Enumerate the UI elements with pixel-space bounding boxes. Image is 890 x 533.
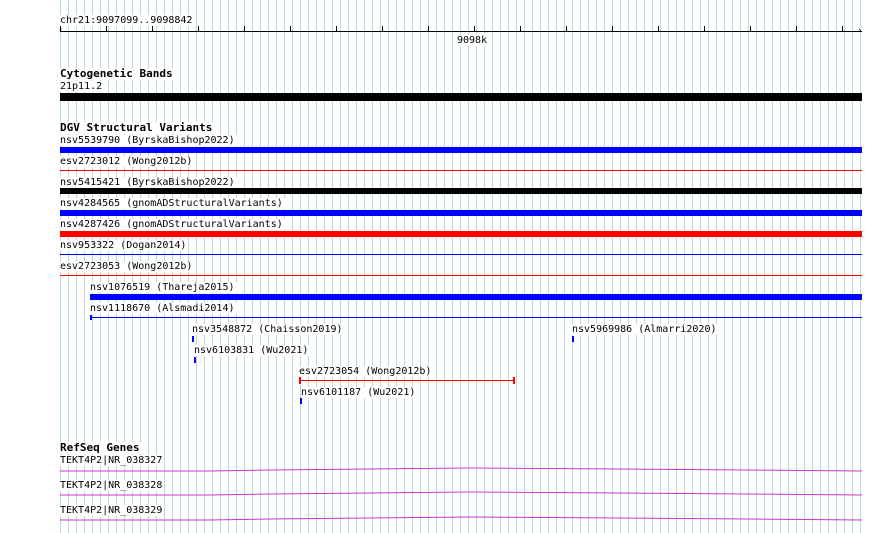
ruler-tick	[566, 26, 567, 31]
dgv-feature-label: esv2723053 (Wong2012b)	[60, 261, 195, 272]
dgv-feature-line[interactable]	[90, 317, 862, 318]
dgv-feature-label: nsv1076519 (Thareja2015)	[90, 282, 237, 293]
dgv-feature-label: nsv953322 (Dogan2014)	[60, 240, 189, 251]
dgv-feature-label: nsv4287426 (gnomADStructuralVariants)	[60, 219, 285, 230]
dgv-feature-bar[interactable]	[60, 231, 862, 237]
dgv-feature-end-right	[513, 377, 515, 384]
ruler-tick	[382, 26, 383, 31]
ruler-tick	[704, 26, 705, 31]
ruler-line	[60, 31, 862, 32]
refseq-gene-line[interactable]	[60, 512, 862, 522]
ruler-tick	[106, 26, 107, 31]
dgv-feature-label: nsv6103831 (Wu2021)	[194, 345, 311, 356]
ruler-tick	[428, 26, 429, 31]
ruler-tick	[612, 26, 613, 31]
ruler-left-arrow-icon: ‹	[58, 26, 64, 36]
dgv-track-title: DGV Structural Variants	[60, 121, 215, 134]
ruler-tick	[336, 26, 337, 31]
dgv-feature-label: nsv5415421 (ByrskaBishop2022)	[60, 177, 237, 188]
ruler-tick	[152, 26, 153, 31]
dgv-feature-bar[interactable]	[90, 294, 862, 300]
ruler-tick	[198, 26, 199, 31]
dgv-feature-tick[interactable]	[572, 336, 574, 342]
dgv-feature-bar[interactable]	[60, 210, 862, 216]
ruler-tick	[290, 26, 291, 31]
cytoband-bar[interactable]	[60, 93, 862, 101]
dgv-feature-label: esv2723012 (Wong2012b)	[60, 156, 195, 167]
ruler-position-label: chr21:9097099..9098842	[60, 15, 195, 26]
cytoband-label: 21p11.2	[60, 81, 105, 92]
refseq-gene-line[interactable]	[60, 487, 862, 497]
dgv-feature-tick[interactable]	[194, 357, 196, 363]
dgv-feature-tick[interactable]	[192, 336, 194, 342]
dgv-feature-label: nsv1118670 (Alsmadi2014)	[90, 303, 237, 314]
ruler-right-arrow-icon: ›	[857, 26, 863, 36]
dgv-feature-line[interactable]	[60, 254, 862, 255]
cytobands-track-title: Cytogenetic Bands	[60, 67, 175, 80]
ruler-tick	[842, 26, 843, 31]
dgv-feature-line[interactable]	[299, 380, 515, 381]
dgv-feature-bar[interactable]	[60, 147, 862, 153]
dgv-feature-tick[interactable]	[90, 315, 92, 320]
ruler-tick	[520, 26, 521, 31]
refseq-gene-line[interactable]	[60, 463, 862, 473]
refseq-track-title: RefSeq Genes	[60, 441, 142, 454]
ruler-tick	[244, 26, 245, 31]
dgv-feature-label: nsv5539790 (ByrskaBishop2022)	[60, 135, 237, 146]
dgv-feature-line[interactable]	[60, 275, 862, 276]
dgv-feature-label: nsv3548872 (Chaisson2019)	[192, 324, 345, 335]
ruler-tick-label: 9098k	[457, 35, 490, 46]
dgv-feature-line[interactable]	[60, 170, 862, 171]
dgv-feature-tick[interactable]	[300, 398, 302, 404]
ruler-tick	[658, 26, 659, 31]
ruler-tick	[796, 26, 797, 31]
dgv-feature-label: esv2723054 (Wong2012b)	[299, 366, 434, 377]
dgv-feature-label: nsv6101187 (Wu2021)	[301, 387, 418, 398]
ruler-tick	[750, 26, 751, 31]
ruler-tick	[474, 26, 475, 31]
dgv-feature-end-left	[299, 377, 301, 384]
dgv-feature-bar[interactable]	[60, 188, 862, 194]
dgv-feature-label: nsv5969986 (Almarri2020)	[572, 324, 719, 335]
dgv-feature-label: nsv4284565 (gnomADStructuralVariants)	[60, 198, 285, 209]
